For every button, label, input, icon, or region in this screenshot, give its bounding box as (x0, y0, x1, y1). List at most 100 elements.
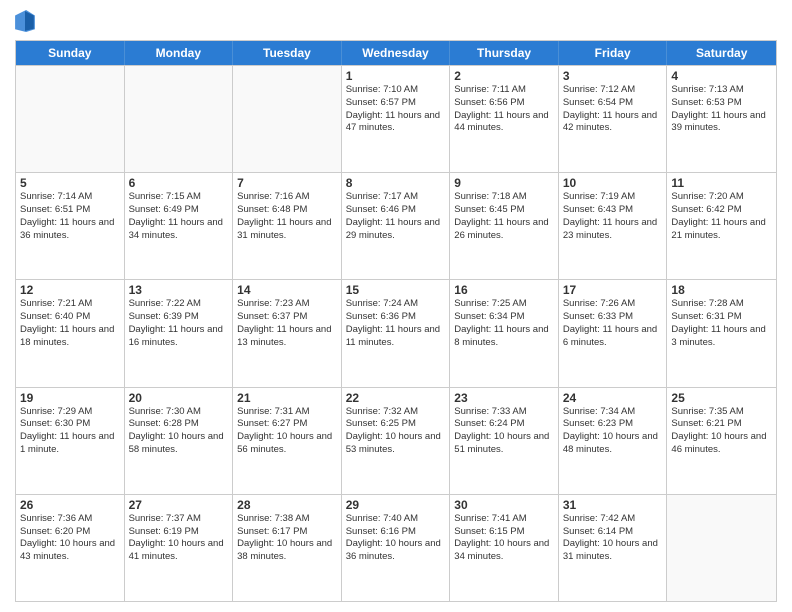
cell-info: Sunrise: 7:24 AM Sunset: 6:36 PM Dayligh… (346, 298, 446, 349)
calendar-cell (667, 495, 776, 601)
calendar-header-row: SundayMondayTuesdayWednesdayThursdayFrid… (16, 41, 776, 65)
day-number: 31 (563, 498, 663, 512)
calendar-cell: 27Sunrise: 7:37 AM Sunset: 6:19 PM Dayli… (125, 495, 234, 601)
cell-info: Sunrise: 7:35 AM Sunset: 6:21 PM Dayligh… (671, 406, 772, 457)
cell-info: Sunrise: 7:26 AM Sunset: 6:33 PM Dayligh… (563, 298, 663, 349)
cell-info: Sunrise: 7:29 AM Sunset: 6:30 PM Dayligh… (20, 406, 120, 457)
day-number: 15 (346, 283, 446, 297)
cell-info: Sunrise: 7:23 AM Sunset: 6:37 PM Dayligh… (237, 298, 337, 349)
cell-info: Sunrise: 7:22 AM Sunset: 6:39 PM Dayligh… (129, 298, 229, 349)
cell-info: Sunrise: 7:33 AM Sunset: 6:24 PM Dayligh… (454, 406, 554, 457)
day-number: 9 (454, 176, 554, 190)
calendar-header-cell: Saturday (667, 41, 776, 65)
cell-info: Sunrise: 7:21 AM Sunset: 6:40 PM Dayligh… (20, 298, 120, 349)
cell-info: Sunrise: 7:40 AM Sunset: 6:16 PM Dayligh… (346, 513, 446, 564)
day-number: 28 (237, 498, 337, 512)
calendar-cell: 22Sunrise: 7:32 AM Sunset: 6:25 PM Dayli… (342, 388, 451, 494)
day-number: 26 (20, 498, 120, 512)
calendar-body: 1Sunrise: 7:10 AM Sunset: 6:57 PM Daylig… (16, 65, 776, 601)
calendar-cell (16, 66, 125, 172)
day-number: 19 (20, 391, 120, 405)
day-number: 6 (129, 176, 229, 190)
day-number: 25 (671, 391, 772, 405)
day-number: 16 (454, 283, 554, 297)
calendar: SundayMondayTuesdayWednesdayThursdayFrid… (15, 40, 777, 602)
day-number: 17 (563, 283, 663, 297)
day-number: 7 (237, 176, 337, 190)
cell-info: Sunrise: 7:34 AM Sunset: 6:23 PM Dayligh… (563, 406, 663, 457)
calendar-header-cell: Sunday (16, 41, 125, 65)
cell-info: Sunrise: 7:11 AM Sunset: 6:56 PM Dayligh… (454, 84, 554, 135)
cell-info: Sunrise: 7:10 AM Sunset: 6:57 PM Dayligh… (346, 84, 446, 135)
cell-info: Sunrise: 7:38 AM Sunset: 6:17 PM Dayligh… (237, 513, 337, 564)
day-number: 27 (129, 498, 229, 512)
cell-info: Sunrise: 7:17 AM Sunset: 6:46 PM Dayligh… (346, 191, 446, 242)
calendar-cell: 30Sunrise: 7:41 AM Sunset: 6:15 PM Dayli… (450, 495, 559, 601)
calendar-cell: 13Sunrise: 7:22 AM Sunset: 6:39 PM Dayli… (125, 280, 234, 386)
calendar-header-cell: Friday (559, 41, 668, 65)
cell-info: Sunrise: 7:12 AM Sunset: 6:54 PM Dayligh… (563, 84, 663, 135)
calendar-cell (233, 66, 342, 172)
calendar-cell: 23Sunrise: 7:33 AM Sunset: 6:24 PM Dayli… (450, 388, 559, 494)
calendar-cell: 10Sunrise: 7:19 AM Sunset: 6:43 PM Dayli… (559, 173, 668, 279)
cell-info: Sunrise: 7:14 AM Sunset: 6:51 PM Dayligh… (20, 191, 120, 242)
day-number: 14 (237, 283, 337, 297)
calendar-cell: 24Sunrise: 7:34 AM Sunset: 6:23 PM Dayli… (559, 388, 668, 494)
day-number: 29 (346, 498, 446, 512)
day-number: 11 (671, 176, 772, 190)
cell-info: Sunrise: 7:25 AM Sunset: 6:34 PM Dayligh… (454, 298, 554, 349)
day-number: 30 (454, 498, 554, 512)
calendar-cell: 5Sunrise: 7:14 AM Sunset: 6:51 PM Daylig… (16, 173, 125, 279)
calendar-header-cell: Tuesday (233, 41, 342, 65)
calendar-cell (125, 66, 234, 172)
calendar-cell: 29Sunrise: 7:40 AM Sunset: 6:16 PM Dayli… (342, 495, 451, 601)
calendar-cell: 12Sunrise: 7:21 AM Sunset: 6:40 PM Dayli… (16, 280, 125, 386)
cell-info: Sunrise: 7:13 AM Sunset: 6:53 PM Dayligh… (671, 84, 772, 135)
cell-info: Sunrise: 7:16 AM Sunset: 6:48 PM Dayligh… (237, 191, 337, 242)
calendar-row: 1Sunrise: 7:10 AM Sunset: 6:57 PM Daylig… (16, 65, 776, 172)
calendar-cell: 20Sunrise: 7:30 AM Sunset: 6:28 PM Dayli… (125, 388, 234, 494)
calendar-row: 12Sunrise: 7:21 AM Sunset: 6:40 PM Dayli… (16, 279, 776, 386)
day-number: 23 (454, 391, 554, 405)
day-number: 8 (346, 176, 446, 190)
day-number: 13 (129, 283, 229, 297)
cell-info: Sunrise: 7:41 AM Sunset: 6:15 PM Dayligh… (454, 513, 554, 564)
day-number: 1 (346, 69, 446, 83)
calendar-cell: 15Sunrise: 7:24 AM Sunset: 6:36 PM Dayli… (342, 280, 451, 386)
calendar-cell: 6Sunrise: 7:15 AM Sunset: 6:49 PM Daylig… (125, 173, 234, 279)
calendar-header-cell: Thursday (450, 41, 559, 65)
day-number: 4 (671, 69, 772, 83)
calendar-cell: 26Sunrise: 7:36 AM Sunset: 6:20 PM Dayli… (16, 495, 125, 601)
logo (15, 10, 37, 32)
day-number: 10 (563, 176, 663, 190)
calendar-row: 19Sunrise: 7:29 AM Sunset: 6:30 PM Dayli… (16, 387, 776, 494)
day-number: 12 (20, 283, 120, 297)
calendar-cell: 14Sunrise: 7:23 AM Sunset: 6:37 PM Dayli… (233, 280, 342, 386)
day-number: 2 (454, 69, 554, 83)
calendar-cell: 31Sunrise: 7:42 AM Sunset: 6:14 PM Dayli… (559, 495, 668, 601)
calendar-header-cell: Monday (125, 41, 234, 65)
day-number: 24 (563, 391, 663, 405)
cell-info: Sunrise: 7:20 AM Sunset: 6:42 PM Dayligh… (671, 191, 772, 242)
cell-info: Sunrise: 7:36 AM Sunset: 6:20 PM Dayligh… (20, 513, 120, 564)
cell-info: Sunrise: 7:32 AM Sunset: 6:25 PM Dayligh… (346, 406, 446, 457)
calendar-row: 26Sunrise: 7:36 AM Sunset: 6:20 PM Dayli… (16, 494, 776, 601)
calendar-cell: 2Sunrise: 7:11 AM Sunset: 6:56 PM Daylig… (450, 66, 559, 172)
calendar-cell: 1Sunrise: 7:10 AM Sunset: 6:57 PM Daylig… (342, 66, 451, 172)
calendar-cell: 7Sunrise: 7:16 AM Sunset: 6:48 PM Daylig… (233, 173, 342, 279)
cell-info: Sunrise: 7:15 AM Sunset: 6:49 PM Dayligh… (129, 191, 229, 242)
calendar-cell: 25Sunrise: 7:35 AM Sunset: 6:21 PM Dayli… (667, 388, 776, 494)
calendar-cell: 18Sunrise: 7:28 AM Sunset: 6:31 PM Dayli… (667, 280, 776, 386)
cell-info: Sunrise: 7:30 AM Sunset: 6:28 PM Dayligh… (129, 406, 229, 457)
cell-info: Sunrise: 7:37 AM Sunset: 6:19 PM Dayligh… (129, 513, 229, 564)
calendar-cell: 17Sunrise: 7:26 AM Sunset: 6:33 PM Dayli… (559, 280, 668, 386)
day-number: 5 (20, 176, 120, 190)
cell-info: Sunrise: 7:28 AM Sunset: 6:31 PM Dayligh… (671, 298, 772, 349)
cell-info: Sunrise: 7:31 AM Sunset: 6:27 PM Dayligh… (237, 406, 337, 457)
calendar-cell: 9Sunrise: 7:18 AM Sunset: 6:45 PM Daylig… (450, 173, 559, 279)
calendar-cell: 19Sunrise: 7:29 AM Sunset: 6:30 PM Dayli… (16, 388, 125, 494)
cell-info: Sunrise: 7:18 AM Sunset: 6:45 PM Dayligh… (454, 191, 554, 242)
logo-icon (15, 10, 35, 32)
cell-info: Sunrise: 7:19 AM Sunset: 6:43 PM Dayligh… (563, 191, 663, 242)
cell-info: Sunrise: 7:42 AM Sunset: 6:14 PM Dayligh… (563, 513, 663, 564)
